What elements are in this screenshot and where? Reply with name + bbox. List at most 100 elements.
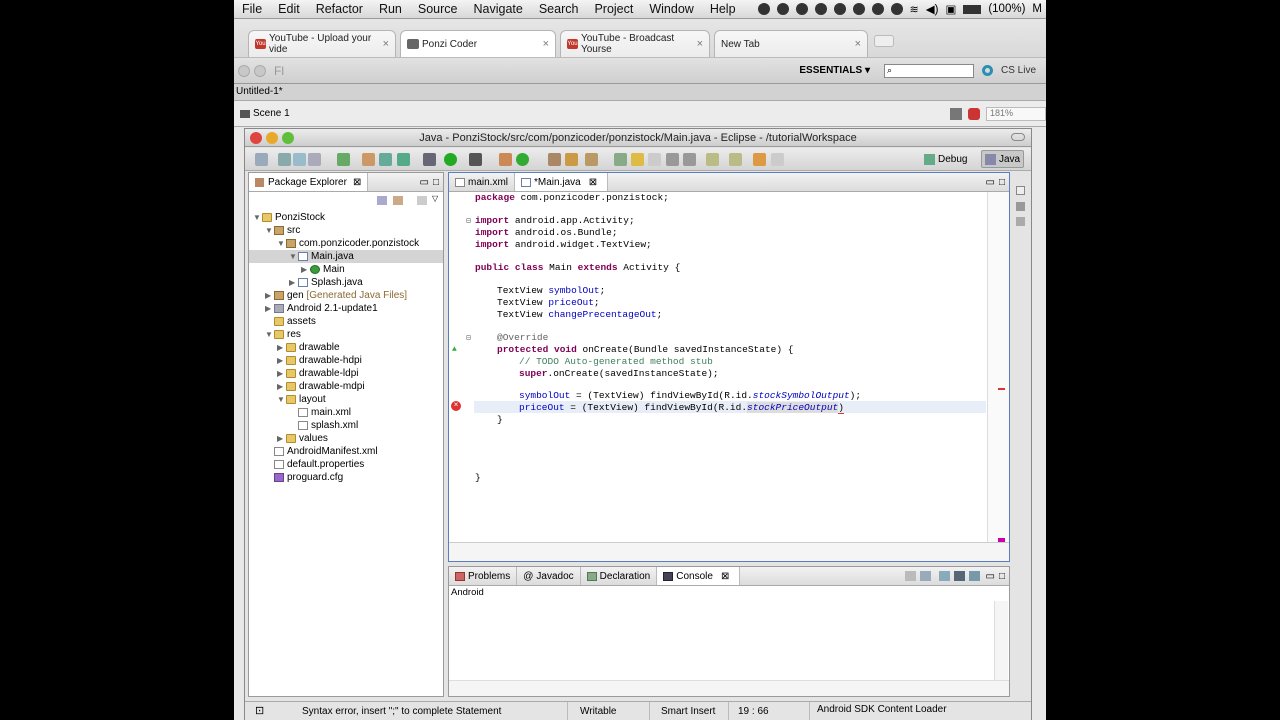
search-field[interactable]: ⌕	[883, 63, 974, 78]
outline-view-icon[interactable]	[1016, 202, 1025, 211]
menu-refactor[interactable]: Refactor	[308, 2, 371, 16]
expanded-arrow-icon[interactable]: ▼	[265, 328, 274, 341]
tab-problems[interactable]: Problems	[449, 567, 518, 585]
back-icon[interactable]	[753, 153, 766, 166]
collapsed-arrow-icon[interactable]: ▶	[265, 289, 274, 302]
close-icon[interactable]: ×	[383, 38, 389, 50]
tree-item-splash-xml[interactable]: splash.xml	[298, 419, 358, 432]
editor-tab-main-java[interactable]: *Main.java ⊠	[515, 173, 609, 191]
screen-icon[interactable]	[795, 3, 808, 15]
menu-window[interactable]: Window	[641, 2, 701, 16]
fold-collapse-icon[interactable]: ⊟	[466, 216, 471, 226]
link-editor-icon[interactable]	[393, 196, 403, 205]
tree-item-android-lib[interactable]: ▶ Android 2.1-update1	[265, 302, 378, 315]
sync-icon[interactable]	[833, 3, 846, 15]
focus-task-icon[interactable]	[417, 196, 427, 205]
tree-item-main-class[interactable]: ▶ Main	[301, 263, 345, 276]
edit-symbols-icon[interactable]	[968, 107, 980, 120]
tree-item-values[interactable]: ▶ values	[277, 432, 328, 445]
close-window-icon[interactable]	[250, 132, 262, 144]
flash-document-tab[interactable]: Untitled-1*	[234, 84, 1046, 101]
tree-item-splash-java[interactable]: ▶ Splash.java	[289, 276, 363, 289]
minimize-view-icon[interactable]: ▭	[986, 571, 995, 582]
edit-scene-icon[interactable]	[950, 107, 962, 120]
toggle-highlight-icon[interactable]	[631, 153, 644, 166]
view-menu-icon[interactable]: ▽	[432, 194, 438, 203]
collapsed-arrow-icon[interactable]: ▶	[277, 367, 286, 380]
next-annotation-icon[interactable]	[706, 153, 719, 166]
search-input[interactable]	[892, 65, 963, 76]
android-sdk-icon[interactable]	[337, 153, 350, 166]
save-all-icon[interactable]	[293, 153, 306, 166]
scroll-lock-icon[interactable]	[919, 571, 931, 581]
browser-tab-ponzi-coder[interactable]: Ponzi Coder ×	[400, 30, 556, 57]
external-tools-icon[interactable]	[469, 153, 482, 166]
open-resource-icon[interactable]	[565, 153, 578, 166]
close-icon[interactable]: ×	[543, 38, 549, 50]
cs-live-icon[interactable]	[981, 65, 993, 76]
menu-help[interactable]: Help	[702, 2, 744, 16]
fast-view-icon[interactable]: ⊡	[255, 704, 264, 717]
expanded-arrow-icon[interactable]: ▼	[277, 393, 286, 406]
display-console-icon[interactable]	[953, 571, 965, 581]
status-loader[interactable]: Android SDK Content Loader	[817, 704, 947, 715]
tree-item-main-java[interactable]: ▼ Main.java	[249, 250, 443, 263]
tree-item-package[interactable]: ▼ com.ponzicoder.ponzistock	[277, 237, 419, 250]
tree-item-assets[interactable]: assets	[274, 315, 316, 328]
search-tool-icon[interactable]	[585, 153, 598, 166]
collapsed-arrow-icon[interactable]: ▶	[277, 432, 286, 445]
close-icon[interactable]: ⊠	[589, 177, 597, 188]
mark-occurrences-icon[interactable]	[614, 153, 627, 166]
maximize-view-icon[interactable]: □	[999, 571, 1005, 582]
minimize-view-icon[interactable]: ▭	[420, 177, 429, 188]
task-list-view-icon[interactable]	[1016, 217, 1025, 226]
close-icon[interactable]: ⊠	[721, 571, 729, 582]
headphones-icon[interactable]	[776, 3, 789, 15]
collapsed-arrow-icon[interactable]: ▶	[289, 276, 298, 289]
code-editor[interactable]: package com.ponzicoder.ponzistock; ⊟ imp…	[449, 192, 987, 542]
close-icon[interactable]: ×	[697, 38, 703, 50]
collapsed-arrow-icon[interactable]: ▶	[277, 341, 286, 354]
tree-item-manifest[interactable]: AndroidManifest.xml	[274, 445, 378, 458]
expanded-arrow-icon[interactable]: ▼	[253, 211, 262, 224]
dropbox-icon[interactable]	[814, 3, 827, 15]
debug-perspective-button[interactable]: Debug	[921, 150, 970, 168]
menu-run[interactable]: Run	[371, 2, 410, 16]
menu-navigate[interactable]: Navigate	[466, 2, 531, 16]
tree-item-proguard[interactable]: proguard.cfg	[274, 471, 343, 484]
tree-item-drawable-ldpi[interactable]: ▶ drawable-ldpi	[277, 367, 358, 380]
expanded-arrow-icon[interactable]: ▼	[277, 237, 286, 250]
print-icon[interactable]	[308, 153, 321, 166]
error-marker-icon[interactable]: ×	[451, 401, 461, 411]
flag-icon[interactable]: ▣	[945, 2, 956, 16]
error-ruler-marker[interactable]	[998, 388, 1005, 390]
expanded-arrow-icon[interactable]: ▼	[265, 224, 274, 237]
tab-javadoc[interactable]: @ Javadoc	[517, 567, 581, 585]
close-window-icon[interactable]	[238, 64, 250, 77]
new-tab-button[interactable]	[874, 35, 894, 47]
pin-console-icon[interactable]	[938, 571, 950, 581]
cs-live-label[interactable]: CS Live	[1001, 65, 1036, 76]
zoom-window-icon[interactable]	[282, 132, 294, 144]
previous-annotation-icon[interactable]	[729, 153, 742, 166]
browser-tab-youtube-upload[interactable]: You YouTube - Upload your vide ×	[248, 30, 396, 57]
collapse-all-icon[interactable]	[377, 196, 387, 205]
open-folder-icon[interactable]	[548, 153, 561, 166]
new-package-icon[interactable]	[379, 153, 392, 166]
tab-declaration[interactable]: Declaration	[581, 567, 658, 585]
menu-edit[interactable]: Edit	[270, 2, 308, 16]
block-select-icon[interactable]	[666, 153, 679, 166]
tree-item-drawable-mdpi[interactable]: ▶ drawable-mdpi	[277, 380, 365, 393]
toolbar-toggle-icon[interactable]	[1011, 133, 1025, 141]
user-initial[interactable]: M	[1032, 3, 1042, 15]
tree-item-drawable-hdpi[interactable]: ▶ drawable-hdpi	[277, 354, 362, 367]
menu-project[interactable]: Project	[586, 2, 641, 16]
tree-item-default-properties[interactable]: default.properties	[274, 458, 364, 471]
collapsed-arrow-icon[interactable]: ▶	[277, 380, 286, 393]
time-machine-icon[interactable]	[852, 3, 865, 15]
tree-item-main-xml[interactable]: main.xml	[298, 406, 351, 419]
java-perspective-button[interactable]: Java	[981, 150, 1025, 168]
console-horizontal-scrollbar[interactable]	[449, 680, 1009, 696]
maximize-view-icon[interactable]: □	[433, 177, 439, 188]
browser-tab-new-tab[interactable]: New Tab ×	[714, 30, 868, 57]
